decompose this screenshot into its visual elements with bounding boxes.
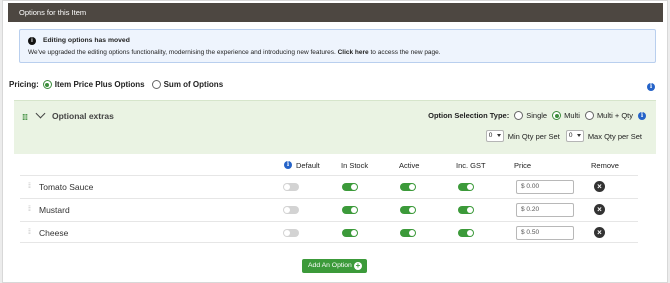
notice-link[interactable]: Click here [338, 49, 369, 56]
selection-type-label-single: Single [526, 111, 548, 120]
in-stock-toggle[interactable] [342, 183, 358, 191]
selection-type-label: Option Selection Type: [428, 111, 510, 120]
in-stock-toggle[interactable] [342, 229, 358, 237]
header-price: Price [514, 161, 532, 170]
option-group-header: ⁞⁞⁞ Optional extras Option Selection Typ… [14, 100, 656, 154]
table-row: ⁞⁞ Mustard $ 0.20 × [20, 198, 638, 220]
default-info-icon[interactable]: i [284, 161, 292, 169]
radio-icon[interactable] [514, 111, 524, 120]
header-in-stock: In Stock [341, 161, 369, 170]
plus-circle-icon: + [354, 261, 362, 270]
price-input[interactable]: $ 0.50 [516, 226, 574, 240]
pricing-option-label: Item Price Plus Options [54, 80, 145, 89]
inc-gst-toggle[interactable] [458, 183, 474, 191]
panel-title: Options for this Item [8, 3, 663, 22]
remove-icon[interactable]: × [594, 181, 605, 192]
table-header: i Default In Stock Active Inc. GST Price… [3, 161, 670, 173]
notice-text-before: We've upgraded the editing options funct… [28, 49, 336, 56]
inc-gst-toggle[interactable] [458, 206, 474, 214]
selection-type-info-icon[interactable]: i [638, 111, 646, 120]
table-row: ⁞⁞ Cheese $ 0.50 × [20, 221, 638, 243]
active-toggle[interactable] [400, 206, 416, 214]
pricing-info-icon[interactable]: i [647, 83, 655, 91]
remove-icon[interactable]: × [594, 204, 605, 215]
header-remove: Remove [591, 161, 619, 170]
table-row: ⁞⁞ Tomato Sauce $ 0.00 × [20, 175, 638, 197]
selection-type-multi-qty[interactable]: Multi + Qty [584, 111, 633, 120]
option-name: Tomato Sauce [39, 182, 94, 192]
header-active: Active [399, 161, 420, 170]
radio-selected-icon[interactable] [42, 80, 52, 89]
pricing-label: Pricing: [9, 80, 39, 89]
pricing-option-item-price-plus-options[interactable]: Item Price Plus Options [42, 80, 145, 89]
selection-type-single[interactable]: Single [514, 111, 547, 120]
drag-handle-icon[interactable]: ⁞⁞ [28, 183, 31, 190]
min-qty-label: Min Qty per Set [507, 131, 560, 141]
pricing-option-label: Sum of Options [163, 80, 224, 89]
selection-type-label-multi-qty: Multi + Qty [596, 111, 633, 120]
pricing-selector: Pricing: Item Price Plus Options Sum of … [9, 80, 230, 89]
radio-selected-icon[interactable] [552, 111, 562, 120]
drag-handle-icon[interactable]: ⁞⁞ [28, 229, 31, 236]
chevron-down-icon[interactable] [35, 108, 46, 119]
header-inc-gst: Inc. GST [456, 161, 486, 170]
selection-type-multi[interactable]: Multi [552, 111, 580, 120]
qty-limits: 0 Min Qty per Set 0 Max Qty per Set [485, 130, 648, 142]
active-toggle[interactable] [400, 183, 416, 191]
option-selection-type: Option Selection Type: Single Multi Mult… [428, 111, 646, 120]
drag-handle-icon[interactable]: ⁞⁞⁞ [22, 113, 28, 122]
info-icon: i [28, 37, 36, 45]
add-option-button[interactable]: Add An Option + [302, 259, 367, 273]
notice-heading: Editing options has moved [43, 37, 130, 44]
default-toggle[interactable] [283, 183, 299, 191]
active-toggle[interactable] [400, 229, 416, 237]
option-name: Cheese [39, 228, 69, 238]
max-qty-label: Max Qty per Set [587, 131, 642, 141]
notice-text: We've upgraded the editing options funct… [28, 49, 441, 56]
in-stock-toggle[interactable] [342, 206, 358, 214]
max-qty-select[interactable]: 0 [565, 130, 584, 142]
inc-gst-toggle[interactable] [458, 229, 474, 237]
price-input[interactable]: $ 0.20 [516, 203, 574, 217]
price-input[interactable]: $ 0.00 [516, 180, 574, 194]
add-option-label: Add An Option [308, 262, 352, 269]
moved-notice: i Editing options has moved We've upgrad… [19, 29, 656, 63]
drag-handle-icon[interactable]: ⁞⁞ [28, 206, 31, 213]
selection-type-label-multi: Multi [564, 111, 580, 120]
remove-icon[interactable]: × [594, 227, 605, 238]
pricing-option-sum-of-options[interactable]: Sum of Options [151, 80, 224, 89]
min-qty-select[interactable]: 0 [485, 130, 504, 142]
options-panel: Options for this Item i Editing options … [2, 0, 668, 283]
group-title: Optional extras [52, 111, 114, 121]
radio-icon[interactable] [584, 111, 594, 120]
radio-icon[interactable] [151, 80, 161, 89]
notice-text-after: to access the new page. [370, 49, 441, 56]
option-name: Mustard [39, 205, 70, 215]
default-toggle[interactable] [283, 229, 299, 237]
default-toggle[interactable] [283, 206, 299, 214]
header-default: Default [296, 161, 320, 170]
